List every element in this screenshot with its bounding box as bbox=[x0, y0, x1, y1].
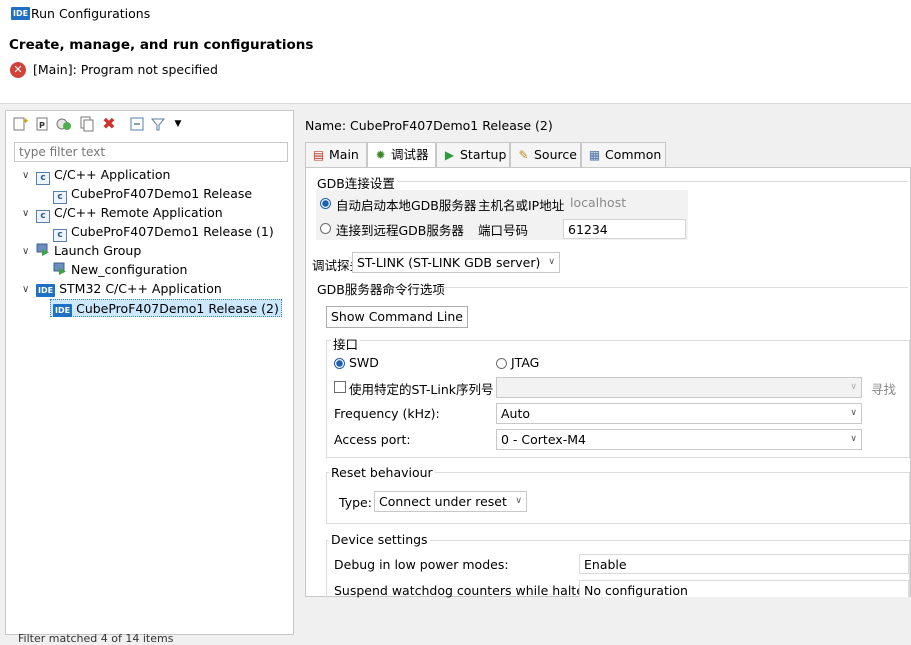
find-button[interactable]: 寻找 bbox=[871, 379, 896, 398]
tab-common[interactable]: ▦ Common bbox=[581, 142, 666, 167]
group-divider bbox=[442, 287, 908, 288]
tree-item-stm32-application[interactable]: IDE STM32 C/C++ Application bbox=[36, 280, 222, 298]
common-tab-icon: ▦ bbox=[588, 148, 601, 162]
suspend-watchdog-value[interactable]: No configuration bbox=[579, 580, 909, 597]
tab-source[interactable]: ✎ Source bbox=[510, 142, 581, 167]
new-prototype-icon[interactable]: P bbox=[35, 116, 51, 132]
chevron-down-icon[interactable]: ∨ bbox=[22, 246, 29, 257]
duplicate-icon[interactable] bbox=[79, 116, 95, 132]
new-config-icon[interactable]: ✦ bbox=[12, 116, 30, 132]
c-remote-app-icon: c bbox=[36, 210, 50, 223]
filter-icon[interactable] bbox=[150, 116, 166, 132]
group-divider bbox=[398, 181, 908, 182]
launch-group-icon bbox=[36, 243, 49, 256]
probe-select[interactable]: ST-LINK (ST-LINK GDB server) ∨ bbox=[352, 252, 560, 273]
chevron-down-icon: ∨ bbox=[850, 382, 857, 392]
frequency-select[interactable]: Auto ∨ bbox=[496, 403, 862, 424]
dropdown-icon[interactable]: ▼ bbox=[170, 116, 186, 132]
c-app-icon: c bbox=[36, 172, 50, 185]
suspend-watchdog-label: Suspend watchdog counters while halted: bbox=[334, 583, 597, 598]
name-label: Name: bbox=[305, 118, 347, 133]
chevron-down-icon: ∨ bbox=[850, 434, 857, 444]
chevron-down-icon[interactable]: ∨ bbox=[22, 284, 29, 295]
stlink-serial-select[interactable]: ∨ bbox=[496, 377, 862, 398]
tree-item-launch-group[interactable]: Launch Group bbox=[36, 242, 141, 260]
host-label: 主机名或IP地址 bbox=[478, 198, 565, 213]
window-title: Run Configurations bbox=[31, 6, 151, 21]
stm32-ide-icon: IDE bbox=[36, 284, 56, 297]
tree-item-cpp-application[interactable]: c C/C++ Application bbox=[36, 166, 170, 185]
source-tab-icon: ✎ bbox=[518, 148, 529, 162]
stm32-ide-icon: IDE bbox=[53, 304, 73, 317]
error-message: [Main]: Program not specified bbox=[33, 62, 218, 77]
access-port-select[interactable]: 0 - Cortex-M4 ∨ bbox=[496, 429, 862, 450]
tree-item-cpp-remote-application[interactable]: c C/C++ Remote Application bbox=[36, 204, 223, 223]
dialog-title: Create, manage, and run configurations bbox=[9, 37, 314, 53]
svg-text:✦: ✦ bbox=[22, 117, 28, 127]
swd-label: SWD bbox=[349, 355, 379, 370]
debug-low-power-value[interactable]: Enable bbox=[579, 554, 909, 574]
tab-main[interactable]: ▤ Main bbox=[305, 142, 367, 167]
port-input[interactable]: 61234 bbox=[563, 219, 686, 239]
tree-item-stm32-config-selected[interactable]: IDE CubeProF407Demo1 Release (2) bbox=[50, 299, 282, 317]
configuration-list-pane: ✦ P ✖ ▼ ∨ cC/C++ Application cCubeProF40… bbox=[5, 110, 294, 645]
reset-type-select[interactable]: Connect under reset ∨ bbox=[374, 491, 527, 512]
tab-debugger[interactable]: ✹ 调试器 bbox=[367, 142, 436, 168]
reset-heading: Reset behaviour bbox=[329, 465, 435, 480]
error-x-icon: ✕ bbox=[10, 62, 26, 78]
interface-heading: 接口 bbox=[331, 334, 361, 353]
local-gdb-label: 自动启动本地GDB服务器 bbox=[336, 198, 477, 213]
server-options-heading: GDB服务器命令行选项 bbox=[317, 282, 445, 297]
debugger-tab-icon: ✹ bbox=[375, 148, 386, 162]
delete-icon[interactable]: ✖ bbox=[101, 116, 117, 132]
type-label: Type: bbox=[339, 495, 372, 510]
host-value[interactable]: localhost bbox=[570, 195, 626, 210]
filter-status: Filter matched 4 of 14 items bbox=[18, 632, 174, 645]
startup-tab-icon: ▶ bbox=[444, 148, 455, 162]
chevron-down-icon[interactable]: ∨ bbox=[22, 170, 29, 181]
tab-startup[interactable]: ▶ Startup bbox=[436, 142, 510, 167]
port-label: 端口号码 bbox=[478, 223, 529, 238]
show-command-line-button[interactable]: Show Command Line bbox=[326, 306, 468, 328]
local-gdb-radio[interactable] bbox=[320, 198, 331, 209]
tree-item-cpp-remote-config[interactable]: c CubeProF407Demo1 Release (1) bbox=[53, 223, 274, 242]
ide-app-icon: IDE bbox=[11, 7, 31, 20]
frequency-label: Frequency (kHz): bbox=[334, 406, 440, 421]
dialog-header: Create, manage, and run configurations ✕… bbox=[0, 28, 911, 104]
tree-item-cpp-app-config[interactable]: c CubeProF407Demo1 Release bbox=[53, 185, 252, 204]
debug-low-power-label: Debug in low power modes: bbox=[334, 557, 509, 572]
svg-text:P: P bbox=[39, 121, 45, 130]
debugger-panel: GDB连接设置 自动启动本地GDB服务器 主机名或IP地址 localhost … bbox=[305, 167, 911, 598]
chevron-down-icon: ∨ bbox=[515, 496, 522, 506]
launch-config-icon bbox=[53, 262, 66, 275]
collapse-all-icon[interactable] bbox=[129, 116, 145, 132]
device-settings-heading: Device settings bbox=[329, 532, 430, 547]
chevron-down-icon[interactable]: ∨ bbox=[22, 208, 29, 219]
chevron-down-icon: ∨ bbox=[548, 257, 555, 267]
swd-radio[interactable] bbox=[334, 358, 345, 369]
remote-gdb-label: 连接到远程GDB服务器 bbox=[336, 223, 464, 238]
tree-item-new-configuration[interactable]: New_configuration bbox=[53, 261, 187, 279]
access-port-label: Access port: bbox=[334, 432, 411, 447]
export-icon[interactable] bbox=[56, 116, 72, 132]
remote-gdb-radio[interactable] bbox=[320, 223, 331, 234]
specific-stlink-checkbox[interactable] bbox=[334, 381, 346, 393]
chevron-down-icon: ∨ bbox=[850, 408, 857, 418]
jtag-radio[interactable] bbox=[496, 358, 507, 369]
specific-stlink-label: 使用特定的ST-Link序列号 bbox=[349, 382, 494, 397]
c-config-icon: c bbox=[53, 191, 67, 204]
filter-input[interactable] bbox=[14, 142, 288, 162]
tab-bar: ▤ Main ✹ 调试器 ▶ Startup ✎ Source ▦ Common bbox=[305, 142, 911, 168]
name-value[interactable]: CubeProF407Demo1 Release (2) bbox=[350, 118, 553, 133]
c-config-icon: c bbox=[53, 229, 67, 242]
title-bar: IDE Run Configurations bbox=[0, 0, 911, 28]
main-tab-icon: ▤ bbox=[312, 148, 325, 162]
jtag-label: JTAG bbox=[511, 355, 540, 370]
